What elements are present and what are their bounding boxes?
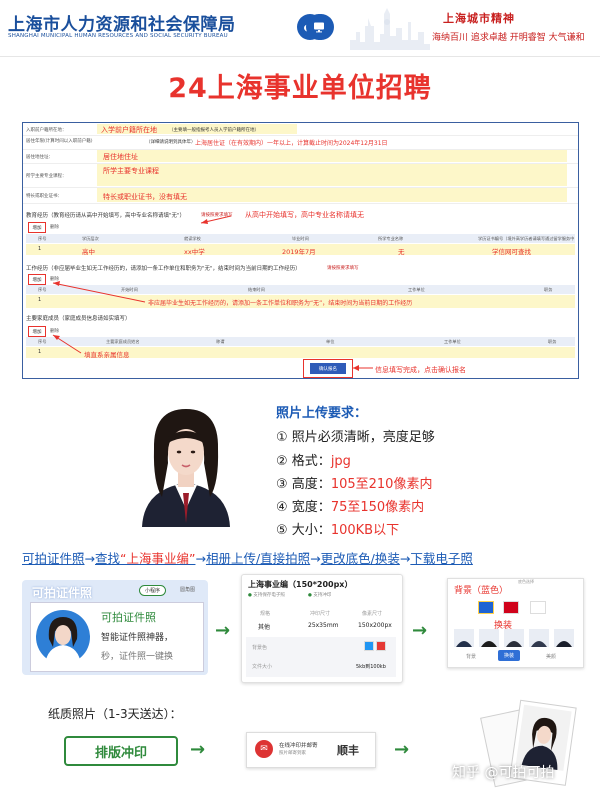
spec-title: 上海事业编（150*200px）: [248, 580, 353, 589]
courier-name: 顺丰: [337, 744, 359, 757]
check-print: ● 支持冲印: [308, 592, 331, 598]
spec-col1-label: 规格: [260, 611, 271, 617]
mini-other-tab[interactable]: 圆角图: [180, 586, 195, 593]
spec-swatch-blue[interactable]: [364, 641, 374, 651]
bg-top-hint: 底色选择: [518, 579, 534, 584]
spec-size-label: 文件大小: [252, 664, 273, 670]
layout-print-button[interactable]: 排版冲印: [64, 736, 178, 766]
step-app-link[interactable]: 可拍证件照: [22, 551, 85, 566]
swatch-blue[interactable]: [478, 601, 494, 614]
check-save: ● 支持保存电子照: [248, 592, 285, 598]
annotation-arrows: [52, 215, 373, 371]
id-photo-sample: [120, 397, 252, 527]
swatch-white[interactable]: [530, 601, 546, 614]
shipping-line-1: 在线冲印并邮寄: [279, 743, 318, 749]
app-card[interactable]: 可拍证件照 小程序 圆角图 可拍证件照 智能证件照神器， 秒，证件照一键换: [22, 580, 208, 675]
app-card-name: 可拍证件照: [32, 586, 93, 600]
app-line-1: 可拍证件照: [101, 611, 156, 624]
mini-program-pill[interactable]: 小程序: [139, 585, 167, 596]
check-icon: ●: [248, 593, 252, 598]
step-download-link[interactable]: 下载电子照: [410, 551, 473, 566]
step-search-link[interactable]: 查找“上海事业编”: [95, 551, 195, 566]
arrow-icon: →: [399, 551, 411, 566]
requirement-num: ③: [276, 477, 288, 492]
bg-color-label: 背景（蓝色）: [454, 586, 509, 596]
arrow-icon: →: [84, 551, 95, 566]
bureau-name: 上海市人力资源和社会保障局: [8, 15, 236, 35]
step-upload-link[interactable]: 相册上传/直接拍照: [206, 551, 310, 566]
requirement-value: 100KB以下: [330, 523, 400, 538]
spec-bg-label: 背景色: [252, 645, 268, 651]
spec-col3-label: 像素尺寸: [362, 611, 383, 617]
requirement-item: ② 格式：jpg: [276, 450, 351, 469]
tab-beauty[interactable]: 美颜: [546, 653, 556, 660]
computer-icon-button[interactable]: [306, 14, 332, 40]
photo-requirements-title: 照片上传要求：: [276, 406, 368, 421]
requirement-item: ③ 高度：105至210像素内: [276, 473, 432, 492]
shipping-line-2: 照片邮寄到家: [279, 751, 306, 756]
check-icon: ●: [308, 593, 312, 598]
requirement-text: 大小：: [291, 523, 331, 538]
step-search-label: 查找: [95, 551, 121, 566]
registration-form: 入职前户籍所在地： 入学前户籍所在地 （主要填一般指报考人员入学前户籍所在地） …: [22, 122, 579, 379]
requirement-num: ①: [276, 430, 288, 445]
requirement-item: ① 照片必须清晰，亮度足够: [276, 426, 435, 445]
page-title: 24上海事业单位招聘: [168, 73, 432, 104]
tab-outfit[interactable]: 换装: [498, 650, 521, 661]
spirit-title: 上海城市精神: [443, 12, 515, 25]
spec-col1-value: 其他: [258, 624, 271, 631]
requirement-num: ⑤: [276, 523, 288, 538]
spirit-slogan: 海纳百川 追求卓越 开明睿智 大气谦和: [432, 33, 585, 43]
requirement-item: ⑤ 大小：100KB以下: [276, 519, 399, 538]
zhihu-watermark: 知乎 @可拍可拍: [452, 765, 555, 781]
requirement-item: ④ 宽度：75至150像素内: [276, 496, 424, 515]
swatch-red[interactable]: [503, 601, 519, 614]
requirement-text: 高度：: [291, 477, 331, 492]
spec-swatch-red[interactable]: [376, 641, 386, 651]
bg-change-card[interactable]: 背景（蓝色） 底色选择 换装 背景 换装 美颜: [447, 578, 584, 668]
requirement-text: 格式：: [291, 454, 331, 469]
outfit-thumbnails[interactable]: [454, 629, 578, 647]
bureau-name-en: SHANGHAI MUNICIPAL HUMAN RESOURCES AND S…: [8, 33, 228, 39]
spec-col2-value: 25x35mm: [308, 622, 339, 629]
app-inner-card: 可拍证件照 智能证件照神器， 秒，证件照一键换: [30, 602, 204, 672]
requirement-num: ②: [276, 454, 288, 469]
header-divider: [0, 56, 600, 57]
arrow-icon: →: [394, 739, 410, 760]
arrow-icon: →: [190, 739, 206, 760]
spec-bg-panel: 背景色 文件大小 5kb到100kb: [246, 637, 396, 677]
spec-card[interactable]: 上海事业编（150*200px） ● 支持保存电子照 ● 支持冲印 规格 冲印尺…: [241, 574, 403, 683]
shipping-card[interactable]: ✉ 在线冲印并邮寄 照片邮寄到家 顺丰: [246, 732, 376, 768]
arrow-icon: →: [215, 620, 231, 641]
spec-col3-value: 150x200px: [358, 622, 392, 629]
step-search-keyword: “上海事业编”: [120, 551, 196, 566]
arrow-icon: →: [412, 620, 428, 641]
requirement-text: 宽度：: [291, 500, 331, 515]
steps-line: 可拍证件照→查找“上海事业编”→相册上传/直接拍照→更改底色/换装→下载电子照: [22, 548, 582, 567]
app-avatar: [36, 610, 90, 665]
skyline-illustration: [350, 8, 430, 50]
sf-logo-icon: ✉: [255, 740, 273, 758]
requirement-value: 105至210像素内: [330, 477, 433, 492]
app-line-3: 秒，证件照一键换: [101, 652, 174, 662]
requirement-num: ④: [276, 500, 288, 515]
app-line-2: 智能证件照神器，: [101, 633, 174, 643]
paper-photo-title: 纸质照片（1-3天送达）：: [48, 707, 182, 721]
check-save-label: 支持保存电子照: [253, 593, 285, 598]
arrow-icon: →: [195, 551, 206, 566]
step-change-bg-link[interactable]: 更改底色/换装: [321, 551, 400, 566]
arrow-icon: →: [310, 551, 321, 566]
requirement-text: 照片必须清晰，亮度足够: [291, 430, 435, 445]
check-print-label: 支持冲印: [313, 593, 332, 598]
spec-size-value: 5kb到100kb: [356, 664, 386, 670]
tab-background[interactable]: 背景: [466, 653, 476, 660]
requirement-value: 75至150像素内: [330, 500, 425, 515]
requirement-value: jpg: [330, 454, 351, 469]
spec-col2-label: 冲印尺寸: [310, 611, 331, 617]
